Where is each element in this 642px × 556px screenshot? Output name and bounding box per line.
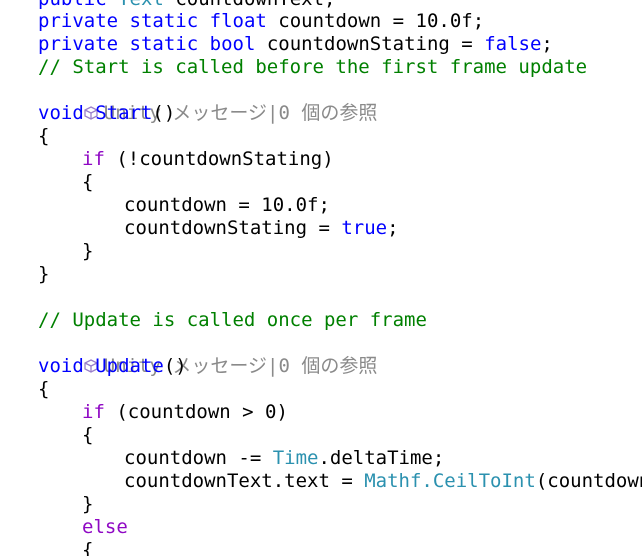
- keyword-bool: bool: [209, 33, 256, 55]
- type-text: Text: [118, 0, 164, 10]
- identifier: countdown -=: [124, 447, 273, 469]
- code-comment-update[interactable]: // Update is called once per frame: [0, 309, 427, 332]
- code-line-countdown-field[interactable]: private static float countdown = 10.0f;: [0, 10, 484, 33]
- identifier: countdownText.text =: [124, 470, 365, 492]
- type-mathf: Mathf: [364, 470, 422, 492]
- keyword-public: public: [38, 0, 107, 10]
- keyword-private: private: [38, 10, 119, 32]
- code-line-if-countdown[interactable]: if (countdown > 0): [0, 401, 288, 424]
- member-access: .deltaTime;: [318, 447, 445, 469]
- keyword-if: if: [82, 401, 105, 423]
- keyword-else[interactable]: else: [0, 516, 128, 539]
- code-line-if-stating[interactable]: if (!countdownStating): [0, 148, 334, 171]
- code-comment-start[interactable]: // Start is called before the first fram…: [0, 56, 587, 79]
- keyword-if: if: [82, 148, 105, 170]
- condition: (!countdownStating): [116, 148, 334, 170]
- code-line-start-signature[interactable]: void Start(): [0, 102, 175, 125]
- brace-close[interactable]: }: [0, 240, 93, 263]
- brace-open[interactable]: {: [0, 378, 49, 401]
- parens: (): [163, 355, 187, 377]
- type-time: Time: [272, 447, 319, 469]
- condition: (countdown > 0): [116, 401, 288, 423]
- code-editor[interactable]: public Text countdownText; private stati…: [0, 0, 642, 556]
- brace-close[interactable]: }: [0, 493, 93, 516]
- keyword-void: void: [38, 102, 84, 124]
- brace-open[interactable]: {: [0, 125, 49, 148]
- code-line-update-signature[interactable]: void Update(): [0, 355, 187, 378]
- keyword-static: static: [129, 10, 199, 32]
- method-update: Update: [95, 355, 164, 377]
- codelens-start[interactable]: Unity メッセージ|0 個の参照: [0, 79, 377, 124]
- semicolon: ;: [387, 217, 399, 239]
- code-line-stating-field[interactable]: private static bool countdownStating = f…: [0, 33, 553, 56]
- identifier: countdownStating =: [266, 33, 485, 55]
- keyword-void: void: [38, 355, 84, 377]
- brace-close[interactable]: }: [0, 263, 49, 286]
- codelens-update[interactable]: Unity メッセージ|0 個の参照: [0, 332, 377, 377]
- brace-open[interactable]: {: [0, 424, 93, 447]
- literal-true: true: [341, 217, 388, 239]
- code-line-decrement[interactable]: countdown -= Time.deltaTime;: [0, 447, 444, 470]
- call-args: (countdown).T: [535, 470, 642, 492]
- identifier: countdownText;: [175, 0, 335, 10]
- keyword-static: static: [129, 33, 199, 55]
- brace-open[interactable]: {: [0, 539, 93, 556]
- identifier: countdownStating =: [124, 217, 342, 239]
- method-ceiltoint: .CeilToInt: [421, 470, 536, 492]
- semicolon: ;: [541, 33, 553, 55]
- keyword-private: private: [38, 33, 119, 55]
- identifier: countdown = 10.0f;: [278, 10, 485, 32]
- brace-open[interactable]: {: [0, 171, 93, 194]
- code-line-assign-countdown[interactable]: countdown = 10.0f;: [0, 194, 330, 217]
- method-start: Start: [95, 102, 153, 124]
- parens: (): [152, 102, 176, 124]
- keyword-float: float: [209, 10, 267, 32]
- literal-false: false: [484, 33, 542, 55]
- code-line-set-text[interactable]: countdownText.text = Mathf.CeilToInt(cou…: [0, 470, 642, 493]
- code-line-assign-stating[interactable]: countdownStating = true;: [0, 217, 399, 240]
